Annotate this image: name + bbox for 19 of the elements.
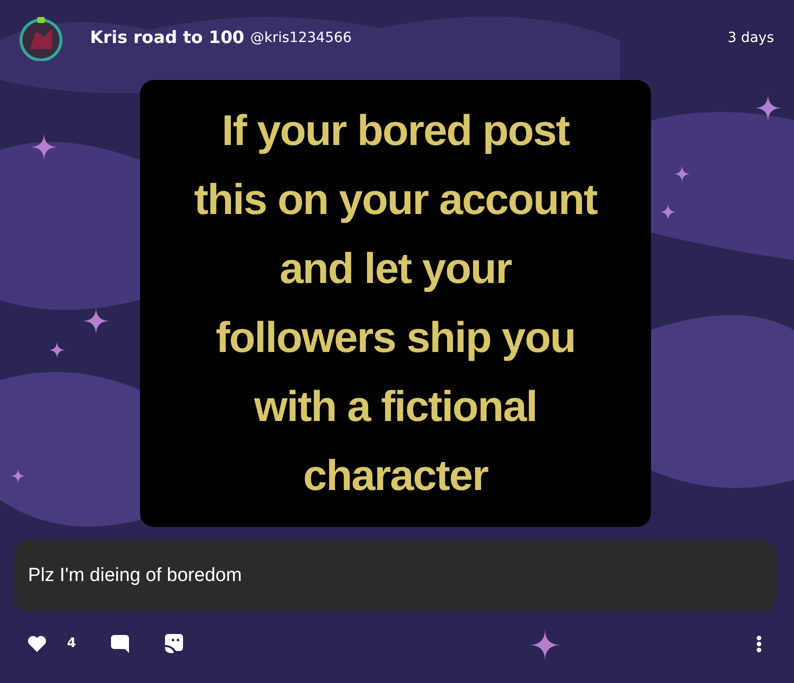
sparkle-shape <box>673 165 691 183</box>
heart-icon <box>27 634 47 652</box>
sparkle-shape <box>659 203 677 221</box>
more-icon <box>756 634 762 652</box>
sparkle-shape <box>48 341 66 359</box>
image-text: If your bored post this on your account and let your followers ship you with a fictional character <box>194 106 597 502</box>
sticker-button[interactable] <box>164 633 184 654</box>
like-count: 4 <box>67 636 76 651</box>
more-button[interactable] <box>756 634 762 652</box>
avatar[interactable] <box>18 15 64 61</box>
speech-bubble-icon <box>110 634 130 654</box>
author-name[interactable]: Kris road to 100 <box>90 28 244 48</box>
sticker-icon <box>164 633 184 654</box>
comment-button[interactable] <box>110 634 130 654</box>
author-handle[interactable]: @kris1234566 <box>250 30 352 46</box>
sparkle-shape <box>10 468 26 484</box>
like-button[interactable] <box>27 634 47 652</box>
post-time: 3 days <box>728 30 774 46</box>
caption-text: Plz I'm dieing of boredom <box>28 564 242 586</box>
